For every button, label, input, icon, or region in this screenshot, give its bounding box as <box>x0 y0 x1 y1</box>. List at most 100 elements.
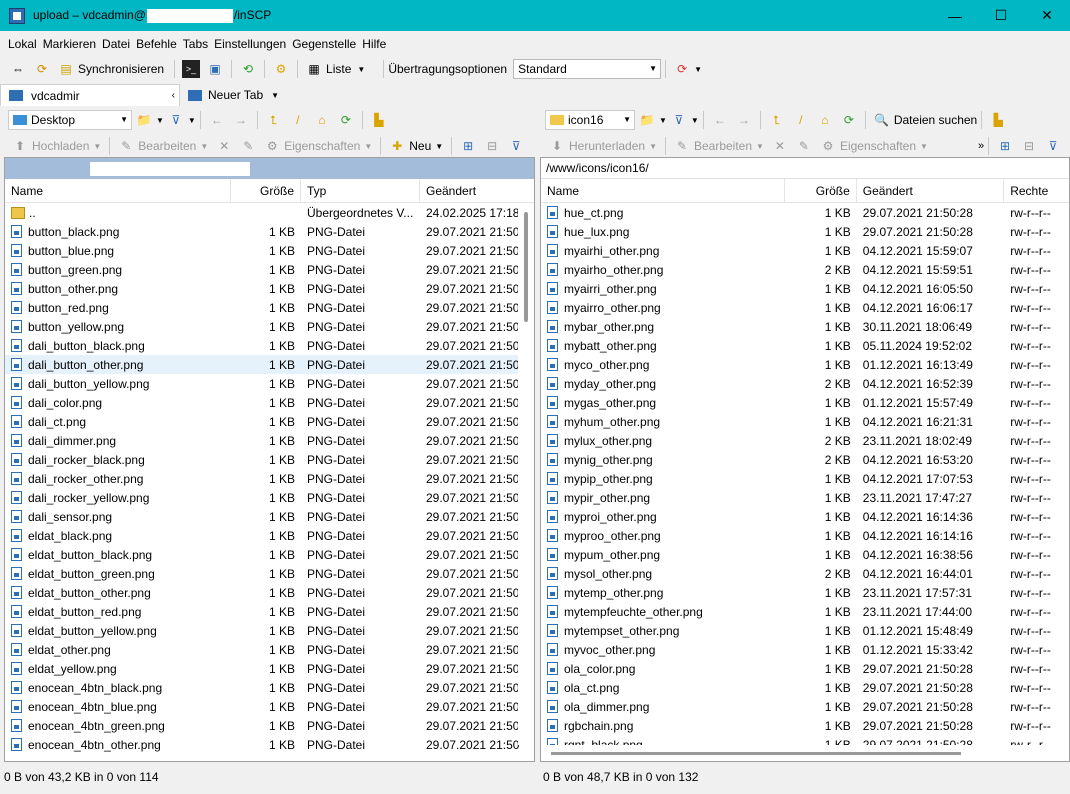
file-row[interactable]: mypir_other.png 1 KB 23.11.2021 17:47:27 rw… <box>541 488 1069 507</box>
file-row[interactable]: myairho_other.png 2 KB 04.12.2021 15:59:51… <box>541 260 1069 279</box>
terminal-icon[interactable]: >_ <box>182 60 201 78</box>
file-row[interactable]: mybar_other.png 1 KB 30.11.2021 18:06:49 rw… <box>541 317 1069 336</box>
file-row[interactable]: rgbchain.png 1 KB 29.07.2021 21:50:28 rw-r-… <box>541 716 1069 735</box>
file-row[interactable]: ola_color.png 1 KB 29.07.2021 21:50:28 rw-r… <box>541 659 1069 678</box>
back-icon[interactable]: ← <box>711 111 729 129</box>
col-type[interactable]: Typ <box>301 179 420 203</box>
edit-button[interactable]: Bearbeiten <box>694 139 752 153</box>
forward-icon[interactable]: → <box>735 111 753 129</box>
upload-button[interactable]: Hochladen <box>32 139 89 153</box>
tab-close-icon[interactable]: ‹ <box>172 90 175 101</box>
col-size[interactable]: Größe <box>785 179 857 203</box>
synchronize-icon[interactable]: ▤ <box>57 60 75 78</box>
parent-dir-row[interactable]: .. Übergeordnetes V... 24.02.2025 17:18:… <box>5 203 534 222</box>
root-dir-icon[interactable]: / <box>289 111 307 129</box>
file-row[interactable]: mynig_other.png 2 KB 04.12.2021 16:53:20 rw… <box>541 450 1069 469</box>
chevron-down-icon[interactable]: ▼ <box>357 65 365 74</box>
refresh-colored-icon[interactable]: ⟳ <box>673 60 691 78</box>
parent-dir-icon[interactable]: ⮤ <box>768 111 786 129</box>
minimize-button[interactable]: — <box>932 0 978 31</box>
home-icon[interactable]: ⌂ <box>816 111 834 129</box>
menu-datei[interactable]: Datei <box>102 37 130 51</box>
download-icon[interactable]: ⬇ <box>548 137 566 155</box>
open-folder-icon[interactable]: 📁 <box>638 111 656 129</box>
file-row[interactable]: myhum_other.png 1 KB 04.12.2021 16:21:31 rw… <box>541 412 1069 431</box>
col-rights[interactable]: Rechte <box>1004 179 1069 203</box>
file-row[interactable]: button_blue.png 1 KB PNG-Datei 29.07.2021 2… <box>5 241 534 260</box>
file-row[interactable]: dali_button_yellow.png 1 KB PNG-Datei 29.07… <box>5 374 534 393</box>
file-row[interactable]: mybatt_other.png 1 KB 05.11.2024 19:52:02 r… <box>541 336 1069 355</box>
col-changed[interactable]: Geändert <box>857 179 1005 203</box>
file-row[interactable]: dali_rocker_other.png 1 KB PNG-Datei 29.07.… <box>5 469 534 488</box>
transfer-settings-select[interactable]: Standard ▼ <box>513 59 662 79</box>
back-icon[interactable]: ← <box>208 111 226 129</box>
col-size[interactable]: Größe <box>231 179 301 203</box>
file-row[interactable]: mypum_other.png 1 KB 04.12.2021 16:38:56 rw… <box>541 545 1069 564</box>
more-icon[interactable]: » <box>978 140 984 152</box>
root-dir-icon[interactable]: / <box>792 111 810 129</box>
edit-icon[interactable]: ✎ <box>117 137 135 155</box>
rename-icon[interactable]: ✎ <box>239 137 257 155</box>
col-name[interactable]: Name <box>5 179 231 203</box>
file-row[interactable]: mygas_other.png 1 KB 01.12.2021 15:57:49 rw… <box>541 393 1069 412</box>
file-row[interactable]: myairri_other.png 1 KB 04.12.2021 16:05:50… <box>541 279 1069 298</box>
file-row[interactable]: myproi_other.png 1 KB 04.12.2021 16:14:36 r… <box>541 507 1069 526</box>
maximize-button[interactable]: ☐ <box>978 0 1024 31</box>
file-row[interactable]: enocean_4btn_green.png 1 KB PNG-Datei 29.07… <box>5 716 534 735</box>
file-row[interactable]: myproo_other.png 1 KB 04.12.2021 16:14:16 r… <box>541 526 1069 545</box>
view-dropdown[interactable]: Liste <box>326 62 351 76</box>
file-row[interactable]: eldat_button_green.png 1 KB PNG-Datei 29.07… <box>5 564 534 583</box>
file-row[interactable]: myvoc_other.png 1 KB 01.12.2021 15:33:42 rw… <box>541 640 1069 659</box>
home-icon[interactable]: ⌂ <box>313 111 331 129</box>
view-list-icon[interactable]: ▦ <box>305 60 323 78</box>
filter-icon[interactable]: ⊽ <box>670 111 688 129</box>
file-row[interactable]: eldat_button_other.png 1 KB PNG-Datei 29.07… <box>5 583 534 602</box>
file-row[interactable]: mytempset_other.png 1 KB 01.12.2021 15:48:… <box>541 621 1069 640</box>
file-row[interactable]: dali_rocker_black.png 1 KB PNG-Datei 29.07.… <box>5 450 534 469</box>
chevron-down-icon[interactable]: ▼ <box>694 65 702 74</box>
file-row[interactable]: myairro_other.png 1 KB 04.12.2021 16:06:17… <box>541 298 1069 317</box>
menu-markieren[interactable]: Markieren <box>43 37 96 51</box>
parent-dir-icon[interactable]: ⮤ <box>265 111 283 129</box>
file-row[interactable]: enocean_4btn_blue.png 1 KB PNG-Datei 29.07.… <box>5 697 534 716</box>
file-row[interactable]: myairhi_other.png 1 KB 04.12.2021 15:59:07… <box>541 241 1069 260</box>
file-row[interactable]: eldat_button_red.png 1 KB PNG-Datei 29.07.2… <box>5 602 534 621</box>
queue-icon[interactable]: ⟲ <box>239 60 257 78</box>
find-files-icon[interactable]: 🔍 <box>873 111 891 129</box>
file-row[interactable]: mysol_other.png 2 KB 04.12.2021 16:44:01 rw… <box>541 564 1069 583</box>
file-row[interactable]: enocean_4btn_other.png 1 KB PNG-Datei 29.07… <box>5 735 534 754</box>
chevron-down-icon[interactable]: ▼ <box>188 116 196 125</box>
file-row[interactable]: dali_dimmer.png 1 KB PNG-Datei 29.07.2021 2… <box>5 431 534 450</box>
chevron-down-icon[interactable]: ▼ <box>93 142 101 151</box>
chevron-down-icon[interactable]: ▼ <box>659 116 667 125</box>
file-row[interactable]: mylux_other.png 2 KB 23.11.2021 18:02:49 rw… <box>541 431 1069 450</box>
file-row[interactable]: dali_ct.png 1 KB PNG-Datei 29.07.2021 21:50… <box>5 412 534 431</box>
file-row[interactable]: button_yellow.png 1 KB PNG-Datei 29.07.2021… <box>5 317 534 336</box>
unselect-icon[interactable]: ⊟ <box>1020 137 1038 155</box>
properties-button[interactable]: Eigenschaften <box>840 139 916 153</box>
menu-einstellungen[interactable]: Einstellungen <box>214 37 286 51</box>
tree-icon[interactable]: ▙ <box>370 111 388 129</box>
file-row[interactable]: ola_dimmer.png 1 KB 29.07.2021 21:50:28 rw-… <box>541 697 1069 716</box>
menu-tabs[interactable]: Tabs <box>183 37 208 51</box>
chevron-down-icon[interactable]: ▼ <box>756 142 764 151</box>
col-changed[interactable]: Geändert <box>420 179 520 203</box>
chevron-down-icon[interactable]: ▼ <box>200 142 208 151</box>
local-path-bar[interactable] <box>5 158 534 179</box>
upload-icon[interactable]: ⬆ <box>11 137 29 155</box>
menu-lokal[interactable]: Lokal <box>8 37 37 51</box>
file-row[interactable]: button_red.png 1 KB PNG-Datei 29.07.2021 21… <box>5 298 534 317</box>
putty-icon[interactable]: ▣ <box>206 60 224 78</box>
menu-hilfe[interactable]: Hilfe <box>362 37 386 51</box>
menu-gegenstelle[interactable]: Gegenstelle <box>292 37 356 51</box>
chevron-down-icon[interactable]: ▼ <box>691 116 699 125</box>
rename-icon[interactable]: ✎ <box>795 137 813 155</box>
forward-icon[interactable]: → <box>232 111 250 129</box>
sync-browse-icon[interactable]: ⟳ <box>33 60 51 78</box>
file-row[interactable]: mypip_other.png 1 KB 04.12.2021 17:07:53 rw… <box>541 469 1069 488</box>
select-all-icon[interactable]: ⊞ <box>459 137 477 155</box>
chevron-down-icon[interactable]: ▼ <box>435 142 443 151</box>
col-name[interactable]: Name <box>541 179 786 203</box>
right-location-select[interactable]: icon16 ▼ <box>545 110 635 130</box>
file-row[interactable]: eldat_other.png 1 KB PNG-Datei 29.07.2021 2… <box>5 640 534 659</box>
